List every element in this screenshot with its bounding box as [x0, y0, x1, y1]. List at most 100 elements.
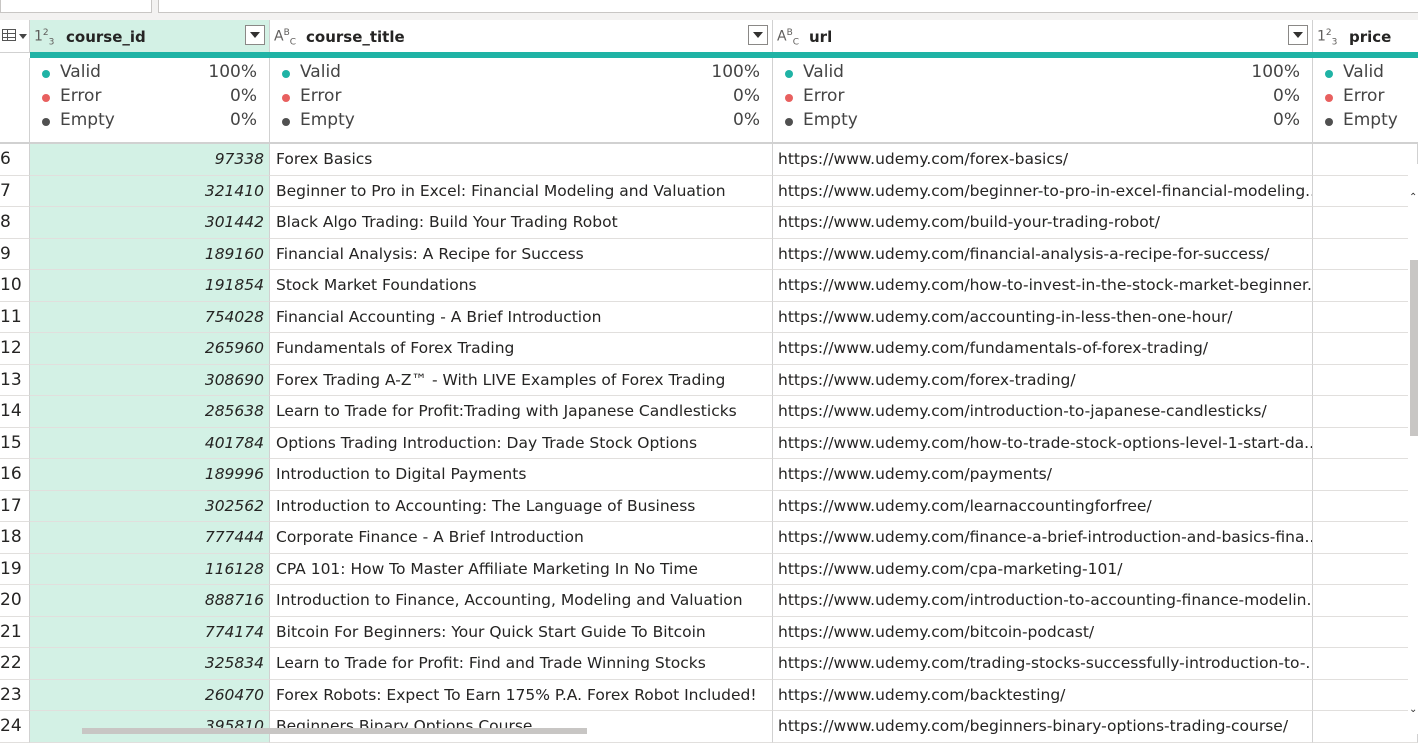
- cell-url[interactable]: https://www.udemy.com/bitcoin-podcast/: [773, 616, 1313, 648]
- table-row[interactable]: 17 302562 Introduction to Accounting: The …: [0, 490, 1418, 522]
- cell-price[interactable]: [1313, 238, 1418, 270]
- cell-course-title[interactable]: Introduction to Accounting: The Language…: [270, 490, 773, 522]
- cell-url[interactable]: https://www.udemy.com/introduction-to-ac…: [773, 585, 1313, 617]
- cell-url[interactable]: https://www.udemy.com/finance-a-brief-in…: [773, 522, 1313, 554]
- table-row[interactable]: 20 888716 Introduction to Finance, Account…: [0, 585, 1418, 617]
- cell-course-id[interactable]: 189160: [30, 238, 270, 270]
- cell-course-id[interactable]: 97338: [30, 144, 270, 176]
- cell-course-id[interactable]: 302562: [30, 490, 270, 522]
- cell-url[interactable]: https://www.udemy.com/introduction-to-ja…: [773, 396, 1313, 428]
- column-header-price[interactable]: 123 price: [1313, 20, 1418, 52]
- row-number[interactable]: 17: [0, 490, 30, 522]
- column-header-course-id[interactable]: 123 course_id: [30, 20, 270, 52]
- table-row[interactable]: 15 401784 Options Trading Introduction: Da…: [0, 427, 1418, 459]
- table-row[interactable]: 7 321410 Beginner to Pro in Excel: Financi…: [0, 175, 1418, 207]
- cell-url[interactable]: https://www.udemy.com/accounting-in-less…: [773, 301, 1313, 333]
- row-number[interactable]: 8: [0, 207, 30, 239]
- table-row[interactable]: 12 265960 Fundamentals of Forex Trading htt…: [0, 333, 1418, 365]
- table-row[interactable]: 9 189160 Financial Analysis: A Recipe for …: [0, 238, 1418, 270]
- table-row[interactable]: 22 325834 Learn to Trade for Profit: Find …: [0, 648, 1418, 680]
- cell-price[interactable]: [1313, 175, 1418, 207]
- scroll-down-icon[interactable]: ⌄: [1409, 704, 1417, 715]
- table-menu-button[interactable]: [0, 20, 30, 52]
- cell-course-title[interactable]: Financial Accounting - A Brief Introduct…: [270, 301, 773, 333]
- row-number[interactable]: 20: [0, 585, 30, 617]
- vertical-scroll-thumb[interactable]: [1410, 260, 1418, 436]
- cell-price[interactable]: [1313, 490, 1418, 522]
- cell-url[interactable]: https://www.udemy.com/learnaccountingfor…: [773, 490, 1313, 522]
- whole-number-type-icon[interactable]: 123: [1317, 28, 1337, 47]
- table-row[interactable]: 19 116128 CPA 101: How To Master Affiliate…: [0, 553, 1418, 585]
- cell-course-title[interactable]: Introduction to Finance, Accounting, Mod…: [270, 585, 773, 617]
- text-type-icon[interactable]: ABC: [777, 28, 799, 47]
- cell-price[interactable]: [1313, 459, 1418, 491]
- cell-course-id[interactable]: 191854: [30, 270, 270, 302]
- cell-course-title[interactable]: Fundamentals of Forex Trading: [270, 333, 773, 365]
- cell-url[interactable]: https://www.udemy.com/forex-trading/: [773, 364, 1313, 396]
- cell-course-id[interactable]: 308690: [30, 364, 270, 396]
- cell-price[interactable]: [1313, 270, 1418, 302]
- cell-course-id[interactable]: 754028: [30, 301, 270, 333]
- cell-price[interactable]: [1313, 333, 1418, 365]
- cell-course-title[interactable]: Options Trading Introduction: Day Trade …: [270, 427, 773, 459]
- cell-price[interactable]: [1313, 679, 1418, 711]
- row-number[interactable]: 24: [0, 711, 30, 743]
- table-row[interactable]: 14 285638 Learn to Trade for Profit:Tradin…: [0, 396, 1418, 428]
- cell-course-title[interactable]: Learn to Trade for Profit: Find and Trad…: [270, 648, 773, 680]
- row-number[interactable]: 21: [0, 616, 30, 648]
- cell-url[interactable]: https://www.udemy.com/fundamentals-of-fo…: [773, 333, 1313, 365]
- row-number[interactable]: 18: [0, 522, 30, 554]
- cell-course-title[interactable]: Beginner to Pro in Excel: Financial Mode…: [270, 175, 773, 207]
- cell-course-title[interactable]: Black Algo Trading: Build Your Trading R…: [270, 207, 773, 239]
- cell-price[interactable]: [1313, 364, 1418, 396]
- cell-price[interactable]: [1313, 616, 1418, 648]
- cell-course-id[interactable]: 325834: [30, 648, 270, 680]
- row-number[interactable]: 13: [0, 364, 30, 396]
- cell-url[interactable]: https://www.udemy.com/backtesting/: [773, 679, 1313, 711]
- cell-course-id[interactable]: 777444: [30, 522, 270, 554]
- cell-course-title[interactable]: Forex Trading A-Z™ - With LIVE Examples …: [270, 364, 773, 396]
- horizontal-scroll-thumb[interactable]: [82, 728, 587, 734]
- cell-price[interactable]: [1313, 585, 1418, 617]
- cell-course-title[interactable]: CPA 101: How To Master Affiliate Marketi…: [270, 553, 773, 585]
- cell-course-id[interactable]: 285638: [30, 396, 270, 428]
- table-row[interactable]: 23 260470 Forex Robots: Expect To Earn 175…: [0, 679, 1418, 711]
- cell-price[interactable]: [1313, 522, 1418, 554]
- cell-price[interactable]: [1313, 144, 1418, 176]
- cell-course-id[interactable]: 301442: [30, 207, 270, 239]
- cell-course-title[interactable]: Bitcoin For Beginners: Your Quick Start …: [270, 616, 773, 648]
- table-row[interactable]: 18 777444 Corporate Finance - A Brief Intr…: [0, 522, 1418, 554]
- quality-url[interactable]: Valid 100% Error 0% Empty 0%: [773, 58, 1313, 142]
- cell-url[interactable]: https://www.udemy.com/build-your-trading…: [773, 207, 1313, 239]
- row-number[interactable]: 9: [0, 238, 30, 270]
- quality-price[interactable]: Valid Error Empty: [1313, 58, 1418, 142]
- horizontal-scrollbar[interactable]: [30, 724, 1408, 734]
- cell-course-id[interactable]: 888716: [30, 585, 270, 617]
- row-number[interactable]: 12: [0, 333, 30, 365]
- cell-course-id[interactable]: 321410: [30, 175, 270, 207]
- cell-url[interactable]: https://www.udemy.com/cpa-marketing-101/: [773, 553, 1313, 585]
- quality-course-id[interactable]: Valid 100% Error 0% Empty 0%: [30, 58, 270, 142]
- formula-input[interactable]: [158, 0, 1418, 13]
- cell-price[interactable]: [1313, 396, 1418, 428]
- text-type-icon[interactable]: ABC: [274, 28, 296, 47]
- cell-url[interactable]: https://www.udemy.com/trading-stocks-suc…: [773, 648, 1313, 680]
- cell-course-title[interactable]: Learn to Trade for Profit:Trading with J…: [270, 396, 773, 428]
- scroll-up-icon[interactable]: ⌃: [1409, 192, 1417, 203]
- row-number[interactable]: 6: [0, 144, 30, 176]
- row-number[interactable]: 10: [0, 270, 30, 302]
- column-header-url[interactable]: ABC url: [773, 20, 1313, 52]
- name-box[interactable]: [0, 0, 152, 13]
- cell-course-id[interactable]: 116128: [30, 553, 270, 585]
- row-number[interactable]: 22: [0, 648, 30, 680]
- table-row[interactable]: 11 754028 Financial Accounting - A Brief I…: [0, 301, 1418, 333]
- cell-url[interactable]: https://www.udemy.com/how-to-trade-stock…: [773, 427, 1313, 459]
- row-number[interactable]: 23: [0, 679, 30, 711]
- row-number[interactable]: 11: [0, 301, 30, 333]
- cell-url[interactable]: https://www.udemy.com/financial-analysis…: [773, 238, 1313, 270]
- column-filter-dropdown[interactable]: [1288, 25, 1308, 45]
- cell-price[interactable]: [1313, 207, 1418, 239]
- table-row[interactable]: 8 301442 Black Algo Trading: Build Your Tr…: [0, 207, 1418, 239]
- row-number[interactable]: 14: [0, 396, 30, 428]
- table-row[interactable]: 6 97338 Forex Basics https://www.udemy.com/…: [0, 144, 1418, 176]
